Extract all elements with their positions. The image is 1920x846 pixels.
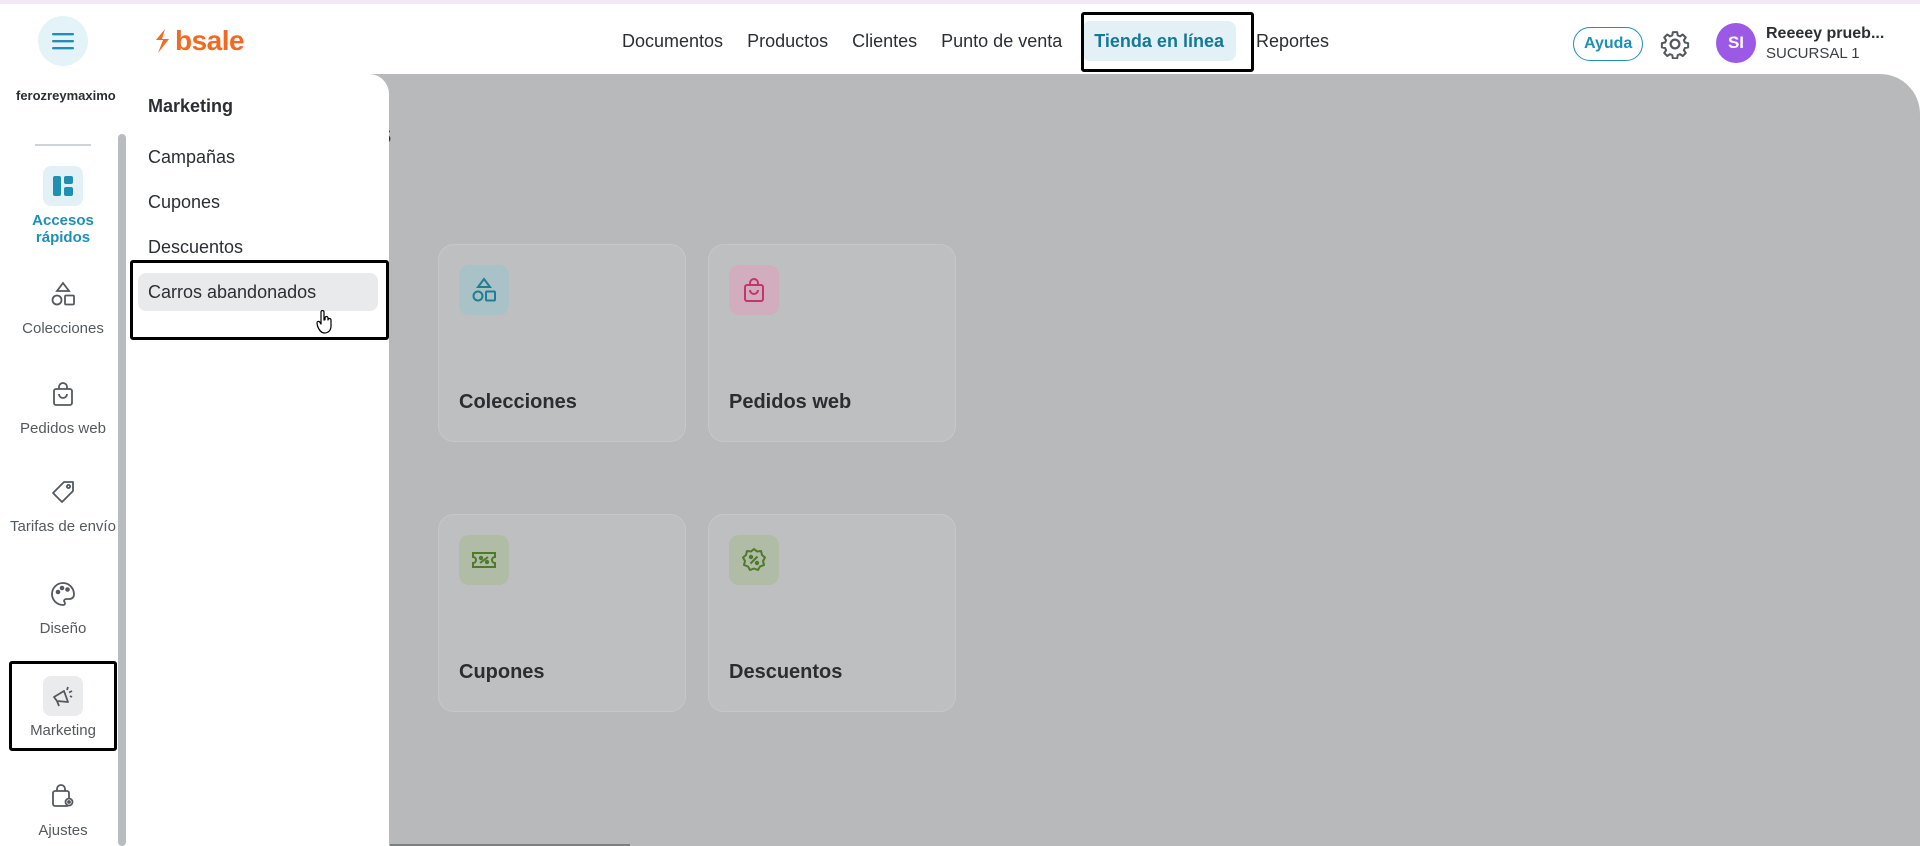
top-header: bsale Documentos Productos Clientes Punt… [0,4,1920,74]
palette-icon [43,574,83,614]
main-content-overlay: s Colecciones Pedidos web Cupones Descue… [126,74,1920,846]
nav-documentos[interactable]: Documentos [610,21,735,61]
tag-icon [43,472,83,512]
rail-item-pedidos-web[interactable]: Pedidos web [10,374,116,437]
submenu-title: Marketing [148,96,234,116]
hamburger-menu-button[interactable] [38,16,88,66]
avatar[interactable]: SI [1716,23,1756,63]
left-rail: ferozreymaximo Accesos rápidos Coleccion… [0,74,126,846]
top-nav: Documentos Productos Clientes Punto de v… [610,14,1341,68]
dashboard-icon [43,166,83,206]
megaphone-icon [43,676,83,716]
hand-cursor-icon [316,310,332,334]
card-pedidos-web[interactable]: Pedidos web [708,244,956,442]
submenu-item-carros-abandonados[interactable]: Carros abandonados [138,273,378,311]
coupon-icon [459,535,509,585]
hamburger-icon [52,33,74,50]
bag-icon [43,374,83,414]
nav-punto-de-venta[interactable]: Punto de venta [929,21,1074,61]
submenu-item-cupones[interactable]: Cupones [138,183,378,221]
rail-label: Marketing [30,722,96,739]
discount-badge-icon [729,535,779,585]
rail-item-accesos-rapidos[interactable]: Accesos rápidos [10,166,116,246]
user-branch: SUCURSAL 1 [1766,45,1860,62]
rail-item-tarifas-de-envio[interactable]: Tarifas de envío [10,472,116,535]
rail-item-diseno[interactable]: Diseño [10,574,116,637]
card-title: Cupones [459,661,545,683]
shapes-icon [43,274,83,314]
submenu-item-descuentos[interactable]: Descuentos [138,228,378,266]
nav-tienda-en-linea[interactable]: Tienda en línea [1082,21,1236,61]
submenu-item-campanas[interactable]: Campañas [138,138,378,176]
nav-clientes[interactable]: Clientes [840,21,929,61]
bag-icon [729,265,779,315]
rail-label: Accesos rápidos [32,212,94,246]
rail-label: Colecciones [22,320,104,337]
store-name: ferozreymaximo [16,88,116,103]
card-cupones[interactable]: Cupones [438,514,686,712]
nav-reportes[interactable]: Reportes [1244,21,1341,61]
gear-icon[interactable] [1660,29,1690,59]
bsale-logo-mark-icon [156,29,169,53]
shapes-icon [459,265,509,315]
rail-label: Tarifas de envío [10,518,116,535]
rail-scrollbar[interactable] [118,134,126,846]
card-descuentos[interactable]: Descuentos [708,514,956,712]
marketing-submenu: Marketing Campañas Cupones Descuentos Ca… [126,74,389,846]
rail-label: Diseño [39,620,87,637]
rail-label: Pedidos web [20,420,106,437]
card-title: Colecciones [459,391,577,413]
bsale-logo[interactable]: bsale [153,25,245,56]
card-title: Pedidos web [729,391,852,413]
user-info[interactable]: Reeeey prueb... SUCURSAL 1 [1766,24,1884,64]
card-title: Descuentos [729,661,843,683]
logo-text: bsale [175,25,245,56]
rail-item-ajustes[interactable]: Ajustes [10,776,116,839]
rail-item-colecciones[interactable]: Colecciones [10,274,116,337]
user-name: Reeeey prueb... [1766,25,1885,42]
rail-divider [35,144,91,146]
help-button[interactable]: Ayuda [1573,27,1644,61]
rail-item-marketing[interactable]: Marketing [10,676,116,739]
nav-productos[interactable]: Productos [735,21,840,61]
card-colecciones[interactable]: Colecciones [438,244,686,442]
rail-label: Ajustes [38,822,88,839]
bag-gear-icon [43,776,83,816]
